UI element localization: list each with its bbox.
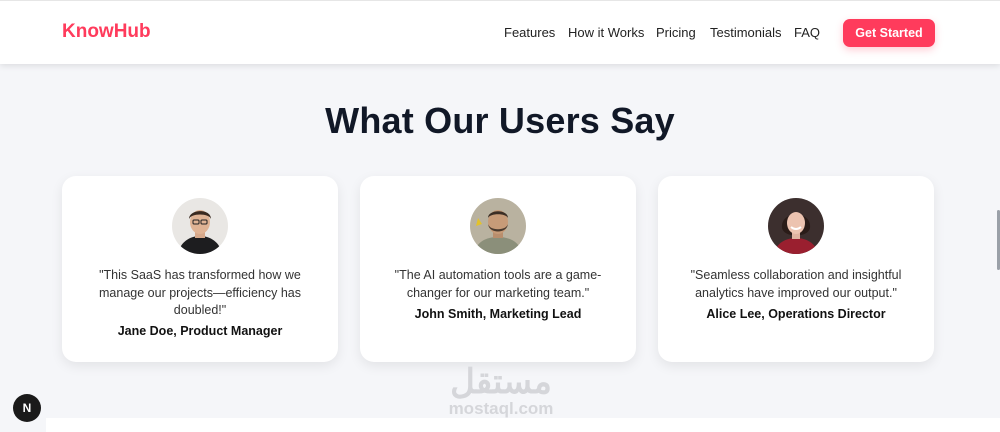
testimonial-card: "The AI automation tools are a game- cha…	[360, 176, 636, 362]
avatar-john-smith	[470, 198, 526, 254]
testimonial-author: John Smith, Marketing Lead	[414, 307, 582, 321]
man-portrait-avatar-icon	[172, 198, 228, 254]
dev-tools-button[interactable]: N	[13, 394, 41, 422]
top-navigation-bar: KnowHub Features How it Works Pricing Te…	[0, 0, 1000, 64]
logo[interactable]: KnowHub	[62, 21, 151, 43]
testimonial-author: Alice Lee, Operations Director	[706, 307, 886, 321]
testimonial-quote: "The AI automation tools are a game- cha…	[394, 268, 602, 300]
testimonial-card: "This SaaS has transformed how we manage…	[62, 176, 338, 362]
nav-features[interactable]: Features	[504, 25, 555, 40]
watermark-latin: mostaql.com	[448, 399, 554, 418]
testimonial-quote: "This SaaS has transformed how we manage…	[99, 268, 301, 317]
avatar-jane-doe	[172, 198, 228, 254]
woman-portrait-avatar-icon	[768, 198, 824, 254]
testimonial-author: Jane Doe, Product Manager	[117, 324, 283, 338]
avatar-alice-lee	[768, 198, 824, 254]
nav-testimonials[interactable]: Testimonials	[710, 25, 782, 40]
testimonial-card: "Seamless collaboration and insightful a…	[658, 176, 934, 362]
next-section-edge	[46, 418, 1000, 432]
nav-faq[interactable]: FAQ	[794, 25, 820, 40]
man-portrait-avatar-icon	[470, 198, 526, 254]
section-title: What Our Users Say	[325, 100, 675, 141]
watermark-arabic: مستقل	[450, 363, 552, 401]
nav-pricing[interactable]: Pricing	[656, 25, 696, 40]
testimonial-quote: "Seamless collaboration and insightful a…	[690, 268, 902, 300]
watermark: مستقل mostaql.com	[436, 364, 566, 418]
get-started-button[interactable]: Get Started	[843, 19, 935, 47]
nav-how-it-works[interactable]: How it Works	[568, 25, 644, 40]
